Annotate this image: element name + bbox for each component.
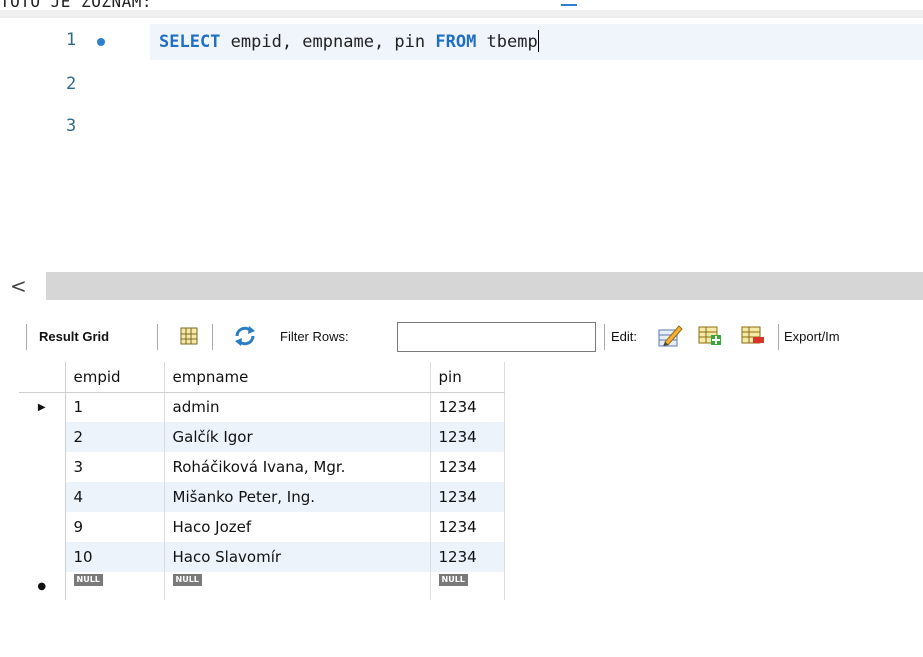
cell-empname[interactable]: Haco Jozef [164, 512, 431, 542]
keyword-select: SELECT [159, 32, 221, 52]
add-row-icon[interactable] [698, 325, 722, 351]
result-grid: empid empname pin ▶ 1 admin 1234 2 Galčí… [19, 362, 505, 600]
column-header-pin[interactable]: pin [430, 362, 505, 393]
result-grid-tab[interactable]: Result Grid [39, 329, 109, 344]
code-table: tbemp [476, 32, 538, 52]
row-selector[interactable] [19, 422, 66, 452]
row-header-corner [19, 362, 66, 393]
editor-top-strip [0, 10, 923, 18]
cell-pin[interactable]: 1234 [430, 482, 505, 512]
table-row[interactable]: 9 Haco Jozef 1234 [19, 512, 505, 542]
export-import-label[interactable]: Export/Im [784, 329, 840, 344]
toolbar-separator [26, 324, 27, 350]
filter-rows-label: Filter Rows: [280, 329, 349, 344]
cell-empid[interactable]: 10 [65, 542, 165, 572]
cell-pin[interactable]: 1234 [430, 422, 505, 452]
cell-empid-null[interactable]: NULL [65, 572, 165, 600]
edit-cell-icon[interactable] [657, 322, 683, 352]
table-row[interactable]: 2 Galčík Igor 1234 [19, 422, 505, 452]
toolbar-separator [157, 324, 158, 350]
cell-pin[interactable]: 1234 [430, 512, 505, 542]
table-row[interactable]: 3 Roháčiková Ivana, Mgr. 1234 [19, 452, 505, 482]
cell-pin[interactable]: 1234 [430, 542, 505, 572]
table-row[interactable]: 10 Haco Slavomír 1234 [19, 542, 505, 572]
line-number-2: 2 [66, 74, 77, 94]
horizontal-scrollbar[interactable]: < [0, 272, 923, 300]
statement-marker-icon [97, 38, 105, 46]
code-columns: empid, empname, pin [220, 32, 436, 52]
toolbar-separator [212, 324, 213, 350]
grid-header-row: empid empname pin [19, 362, 505, 393]
column-header-empid[interactable]: empid [65, 362, 165, 393]
new-row[interactable]: ● NULL NULL NULL [19, 572, 505, 600]
new-row-marker-icon: ● [19, 572, 66, 600]
toolbar-separator [778, 324, 779, 350]
row-selector[interactable] [19, 512, 66, 542]
refresh-icon[interactable] [233, 325, 257, 351]
column-header-empname[interactable]: empname [164, 362, 431, 393]
scroll-left-arrow-icon[interactable]: < [10, 274, 27, 298]
cell-empid[interactable]: 2 [65, 422, 165, 452]
current-row-indicator-icon[interactable]: ▶ [19, 392, 66, 422]
delete-row-icon[interactable] [741, 325, 765, 351]
cell-pin[interactable]: 1234 [430, 452, 505, 482]
null-badge: NULL [172, 574, 202, 586]
toolbar-separator [604, 324, 605, 350]
cell-empid[interactable]: 4 [65, 482, 165, 512]
cell-empname-null[interactable]: NULL [164, 572, 431, 600]
table-row[interactable]: ▶ 1 admin 1234 [19, 392, 505, 422]
cell-empid[interactable]: 9 [65, 512, 165, 542]
sql-code-line-1[interactable]: SELECT empid, empname, pin FROM tbemp [159, 30, 539, 52]
cell-empname[interactable]: Haco Slavomír [164, 542, 431, 572]
text-caret [537, 30, 539, 52]
row-selector[interactable] [19, 452, 66, 482]
null-badge: NULL [438, 574, 468, 586]
line-number-3: 3 [66, 116, 77, 136]
cell-empname[interactable]: Mišanko Peter, Ing. [164, 482, 431, 512]
table-row[interactable]: 4 Mišanko Peter, Ing. 1234 [19, 482, 505, 512]
cell-empid[interactable]: 1 [65, 392, 165, 422]
cell-empid[interactable]: 3 [65, 452, 165, 482]
filter-rows-input[interactable] [397, 322, 596, 352]
sql-editor[interactable]: 1 2 3 SELECT empid, empname, pin FROM tb… [0, 18, 923, 272]
null-badge: NULL [73, 574, 103, 586]
keyword-from: FROM [435, 32, 477, 52]
tab-indicator [561, 0, 577, 6]
row-selector[interactable] [19, 482, 66, 512]
cell-empname[interactable]: Roháčiková Ivana, Mgr. [164, 452, 431, 482]
cell-empname[interactable]: admin [164, 392, 431, 422]
scrollbar-track[interactable] [46, 272, 923, 300]
row-selector[interactable] [19, 542, 66, 572]
cell-pin-null[interactable]: NULL [430, 572, 505, 600]
form-view-icon[interactable] [179, 326, 199, 350]
cell-empname[interactable]: Galčík Igor [164, 422, 431, 452]
line-number-1: 1 [66, 30, 77, 50]
cell-pin[interactable]: 1234 [430, 392, 505, 422]
edit-label: Edit: [611, 329, 638, 344]
result-toolbar: Result Grid Filter Rows: Edit: Export/Im [0, 300, 923, 362]
